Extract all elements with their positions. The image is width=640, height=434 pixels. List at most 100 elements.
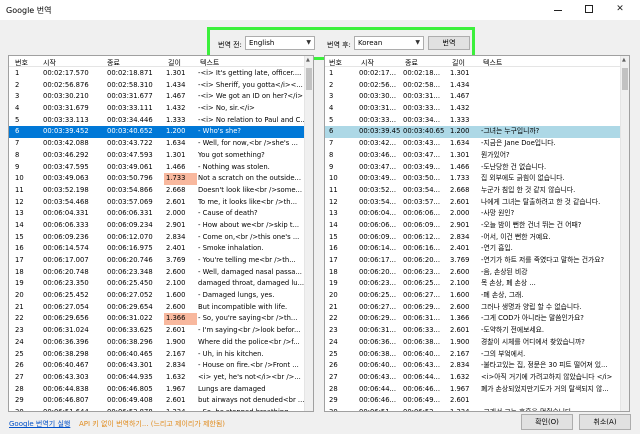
cell-end: 00:06:12.070 bbox=[107, 232, 153, 241]
cell-duration: 1.200 bbox=[450, 127, 470, 136]
table-row[interactable]: 21 00:06:27... 00:06:29... 2.600 그러나 생명과 양립 … bbox=[325, 302, 621, 314]
table-row[interactable]: 2 00:02:56.876 00:02:58.310 1.434 -<i> Sheri… bbox=[9, 80, 305, 92]
table-row[interactable]: 1 00:02:17.570 00:02:18.871 1.301 -<i> It's … bbox=[9, 68, 305, 80]
column-header-duration[interactable]: 길이 bbox=[166, 58, 199, 68]
table-row[interactable]: 4 00:03:31... 00:03:33... 1.432 bbox=[325, 103, 621, 115]
to-language-select[interactable]: Korean ▼ bbox=[354, 36, 424, 50]
column-header-text[interactable]: 텍스트 bbox=[483, 58, 623, 68]
table-row[interactable]: 3 00:03:30.210 00:03:31.677 1.467 -<i> We go… bbox=[9, 91, 305, 103]
table-row[interactable]: 11 00:03:52... 00:03:54... 2.668 누군가 침입 한 것 … bbox=[325, 185, 621, 197]
cell-text: Not a scratch on the outside... bbox=[198, 174, 301, 183]
table-row[interactable]: 3 00:03:30... 00:03:31... 1.467 bbox=[325, 91, 621, 103]
table-row[interactable]: 6 00:03:39.452 00:03:40.652 1.200 - Who's sh… bbox=[9, 126, 305, 139]
table-row[interactable]: 16 00:06:14... 00:06:16... 2.401 -연기 흡입. bbox=[325, 243, 621, 255]
table-row[interactable]: 28 00:06:44... 00:06:46... 1.967 폐가 손상되었지만기도… bbox=[325, 384, 621, 396]
table-row[interactable]: 30 00:06:51... 00:06:52... 1.234 -그래서 그는 호흡을… bbox=[325, 407, 621, 411]
table-row[interactable]: 24 00:06:36.396 00:06:38.296 1.900 Where did… bbox=[9, 337, 305, 349]
table-row[interactable]: 14 00:06:06... 00:06:09... 2.901 -오늘 밤이 뻔한 건… bbox=[325, 220, 621, 232]
source-scrollbar[interactable]: ▲ bbox=[304, 56, 313, 411]
table-row[interactable]: 7 00:03:42.088 00:03:43.722 1.634 - Well, fo… bbox=[9, 138, 305, 150]
table-row[interactable]: 25 00:06:38... 00:06:40... 2.167 -그의 부엌에서. bbox=[325, 349, 621, 361]
table-row[interactable]: 9 00:03:47... 00:03:49... 1.466 -도난당한 건 없습니다… bbox=[325, 162, 621, 174]
table-row[interactable]: 4 00:03:31.679 00:03:33.111 1.432 -<i> No, s… bbox=[9, 103, 305, 115]
table-row[interactable]: 12 00:03:54.468 00:03:57.069 2.601 To me, it… bbox=[9, 197, 305, 209]
table-row[interactable]: 22 00:06:29.656 00:06:31.022 1.366- So, you… bbox=[9, 313, 305, 326]
table-row[interactable]: 29 00:06:46.807 00:06:49.408 2.601 but airwa… bbox=[9, 395, 305, 407]
table-row[interactable]: 1 00:02:17... 00:02:18... 1.301 bbox=[325, 68, 621, 80]
scroll-up-icon[interactable]: ▲ bbox=[622, 57, 626, 63]
table-row[interactable]: 18 00:06:20.748 00:06:23.348 2.600 - Well, d… bbox=[9, 267, 305, 279]
column-header-start[interactable]: 시작 bbox=[43, 58, 105, 68]
cell-duration: 2.601 bbox=[166, 396, 186, 405]
table-row[interactable]: 21 00:06:27.054 00:06:29.654 2.600 But incom… bbox=[9, 302, 305, 314]
cancel-button[interactable]: 취소(A) bbox=[579, 414, 631, 430]
table-row[interactable]: 18 00:06:20... 00:06:23... 2.600 -음, 손상된 비강 bbox=[325, 267, 621, 279]
column-header-text[interactable]: 텍스트 bbox=[200, 58, 307, 68]
table-row[interactable]: 20 00:06:25... 00:06:27... 1.600 -폐 손상, 그래. bbox=[325, 290, 621, 302]
table-row[interactable]: 10 00:03:49.063 00:03:50.796 1.733 Not a scr… bbox=[9, 173, 305, 185]
table-row[interactable]: 17 00:06:17.007 00:06:20.746 3.769 - You're … bbox=[9, 255, 305, 267]
table-row[interactable]: 23 00:06:31.024 00:06:33.625 2.601 - I'm say… bbox=[9, 325, 305, 337]
from-language-select[interactable]: English ▼ bbox=[245, 36, 315, 50]
table-row[interactable]: 26 00:06:40.467 00:06:43.301 2.834 - House o… bbox=[9, 360, 305, 372]
api-key-note-link[interactable]: API 키 없이 번역하기... (느리고 제이리가 제한됨) bbox=[79, 419, 225, 429]
table-row[interactable]: 28 00:06:44.838 00:06:46.805 1.967 Lungs are… bbox=[9, 384, 305, 396]
cell-end: 00:06:46.805 bbox=[107, 384, 153, 393]
ok-button[interactable]: 확인(O) bbox=[521, 414, 573, 430]
translated-subtitle-list[interactable]: 번호 시작 종료 길이 텍스트 1 00:02:17... 00:02:18... 1… bbox=[324, 55, 630, 412]
translate-button[interactable]: 번역 bbox=[428, 36, 470, 50]
translated-scrollbar[interactable]: ▲ bbox=[620, 56, 629, 411]
table-row[interactable]: 11 00:03:52.198 00:03:54.866 2.668 Doesn't l… bbox=[9, 185, 305, 197]
table-row[interactable]: 27 00:06:43... 00:06:44... 1.632 <i>아직 거기에 가… bbox=[325, 372, 621, 384]
cell-text: Doesn't look like<br />some... bbox=[198, 185, 303, 194]
table-row[interactable]: 16 00:06:14.574 00:06:16.975 2.401 - Smoke i… bbox=[9, 243, 305, 255]
table-row[interactable]: 19 00:06:23.350 00:06:25.450 2.100 damaged t… bbox=[9, 278, 305, 290]
table-row[interactable]: 5 00:03:33... 00:03:34... 1.333 bbox=[325, 115, 621, 127]
table-row[interactable]: 6 00:03:39.45 00:03:40.65 1.200 -그녀는 누구입니까? bbox=[325, 126, 621, 139]
close-button[interactable]: ✕ bbox=[606, 0, 634, 18]
maximize-button[interactable] bbox=[575, 0, 603, 18]
table-row[interactable]: 30 00:06:51.644 00:06:52.878 1.234 - So, he … bbox=[9, 407, 305, 411]
scroll-thumb[interactable] bbox=[622, 68, 628, 90]
table-row[interactable]: 25 00:06:38.298 00:06:40.465 2.167 - Uh, in … bbox=[9, 349, 305, 361]
table-row[interactable]: 24 00:06:36... 00:06:38... 1.900 경찰이 시체를 어디에… bbox=[325, 337, 621, 349]
table-row[interactable]: 17 00:06:17... 00:06:20... 3.769 -연기가 하트 저를 … bbox=[325, 255, 621, 267]
column-header-number[interactable]: 번호 bbox=[329, 58, 359, 68]
column-header-start[interactable]: 시작 bbox=[361, 58, 405, 68]
cell-end: 00:06:25... bbox=[403, 279, 441, 288]
table-row[interactable]: 13 00:06:04... 00:06:06... 2.000 -사망 원인? bbox=[325, 208, 621, 220]
table-row[interactable]: 8 00:03:46... 00:03:47... 1.301 뭔가있어? bbox=[325, 150, 621, 162]
table-row[interactable]: 23 00:06:31... 00:06:33... 2.601 -도약하기 전에보세요… bbox=[325, 325, 621, 337]
minimize-button[interactable] bbox=[544, 0, 572, 18]
table-row[interactable]: 20 00:06:25.452 00:06:27.052 1.600 - Damaged… bbox=[9, 290, 305, 302]
table-row[interactable]: 26 00:06:40... 00:06:43... 2.834 -불타고있는 집, 정… bbox=[325, 360, 621, 372]
table-row[interactable]: 7 00:03:42... 00:03:43... 1.634 -지금은 Jane Do… bbox=[325, 138, 621, 150]
source-subtitle-list[interactable]: 번호 시작 종료 길이 텍스트 1 00:02:17.570 00:02:18.87… bbox=[8, 55, 314, 412]
column-header-number[interactable]: 번호 bbox=[15, 58, 43, 68]
table-row[interactable]: 27 00:06:43.303 00:06:44.935 1.632 <i> yet, … bbox=[9, 372, 305, 384]
table-row[interactable]: 2 00:02:56... 00:02:58... 1.434 bbox=[325, 80, 621, 92]
table-row[interactable]: 19 00:06:23... 00:06:25... 2.100 목 손상, 폐 손상 … bbox=[325, 278, 621, 290]
table-row[interactable]: 22 00:06:29... 00:06:31... 1.366 -그게 COD가 아니… bbox=[325, 313, 621, 325]
table-row[interactable]: 29 00:06:46... 00:06:49... 2.601 bbox=[325, 395, 621, 407]
scroll-up-icon[interactable]: ▲ bbox=[306, 57, 310, 63]
table-row[interactable]: 8 00:03:46.292 00:03:47.593 1.301 You got so… bbox=[9, 150, 305, 162]
cell-text: <i> yet, he's not</i><br />... bbox=[198, 372, 301, 381]
cell-duration: 2.834 bbox=[166, 361, 186, 370]
cell-duration: 1.733 bbox=[164, 173, 197, 185]
column-header-end[interactable]: 종료 bbox=[107, 58, 163, 68]
table-row[interactable]: 15 00:06:09.236 00:06:12.070 2.834 - Come on… bbox=[9, 232, 305, 244]
table-row[interactable]: 5 00:03:33.113 00:03:34.446 1.333 -<i> No re… bbox=[9, 115, 305, 127]
column-header-end[interactable]: 종료 bbox=[405, 58, 451, 68]
cell-duration: 2.901 bbox=[166, 220, 186, 229]
table-row[interactable]: 9 00:03:47.595 00:03:49.061 1.466 - Nothing … bbox=[9, 162, 305, 174]
table-row[interactable]: 10 00:03:49... 00:03:50... 1.733 집 외부에도 긁힘이 … bbox=[325, 173, 621, 185]
cell-end: 00:03:31... bbox=[403, 92, 441, 101]
table-row[interactable]: 15 00:06:09... 00:06:12... 2.834 -어서, 이건 뻔한 … bbox=[325, 232, 621, 244]
column-header-duration[interactable]: 길이 bbox=[452, 58, 482, 68]
scroll-thumb[interactable] bbox=[306, 68, 312, 90]
table-row[interactable]: 12 00:03:54... 00:03:57... 2.601 나에게 그녀는 탈출하… bbox=[325, 197, 621, 209]
table-row[interactable]: 13 00:06:04.331 00:06:06.331 2.000 - Cause o… bbox=[9, 208, 305, 220]
table-row[interactable]: 14 00:06:06.333 00:06:09.234 2.901 - How abo… bbox=[9, 220, 305, 232]
google-translate-link[interactable]: Google 번역기 실행 bbox=[9, 419, 70, 429]
